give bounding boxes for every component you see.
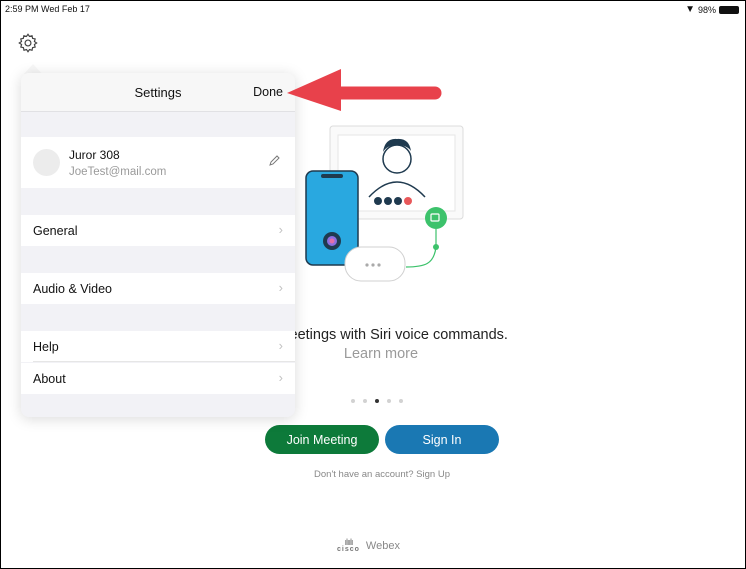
webex-label: Webex (365, 539, 400, 552)
learn-more-link[interactable]: Learn more (344, 346, 418, 362)
app-screen: 2:59 PM Wed Feb 17 ▼ 98% oin meetings wi… (0, 0, 746, 569)
status-time: 2:59 PM Wed Feb 17 (5, 4, 90, 14)
done-button[interactable]: Done (253, 85, 283, 99)
popover-header: Settings Done (21, 73, 295, 112)
status-bar: 2:59 PM Wed Feb 17 ▼ 98% (1, 1, 745, 21)
account-row[interactable]: Juror 308 JoeTest@mail.com (21, 137, 295, 188)
settings-item-help[interactable]: Help › (21, 331, 295, 362)
page-dot-active[interactable] (375, 399, 379, 403)
settings-item-label: About (33, 372, 66, 386)
battery-icon (719, 5, 739, 14)
sign-up-link[interactable]: Don't have an account? Sign Up (271, 469, 493, 480)
chevron-right-icon: › (278, 338, 283, 353)
account-email: JoeTest@mail.com (69, 166, 167, 178)
page-dot[interactable] (399, 399, 403, 403)
footer-branding: ılıılı cisco Webex (337, 537, 400, 554)
battery-percent: 98% (697, 4, 716, 15)
status-right: ▼ 98% (685, 4, 739, 15)
avatar (33, 149, 60, 176)
chevron-right-icon: › (278, 370, 283, 385)
settings-item-label: Help (33, 340, 59, 354)
gear-icon[interactable] (17, 32, 39, 54)
cisco-bars-icon: ılıılı (344, 537, 353, 547)
cisco-wordmark: cisco (337, 546, 360, 553)
settings-item-general[interactable]: General › (21, 215, 295, 246)
page-dot[interactable] (387, 399, 391, 403)
annotation-arrow-icon (287, 69, 442, 111)
settings-popover: Settings Done Juror 308 JoeTest@mail.com… (21, 73, 295, 417)
siri-illustration (305, 125, 464, 282)
settings-item-audio-video[interactable]: Audio & Video › (21, 273, 295, 304)
settings-item-label: General (33, 224, 78, 238)
page-dot[interactable] (351, 399, 355, 403)
page-dot[interactable] (363, 399, 367, 403)
chevron-right-icon: › (278, 280, 283, 295)
wifi-icon: ▼ (685, 4, 695, 15)
settings-item-about[interactable]: About › (21, 363, 295, 394)
join-meeting-button[interactable]: Join Meeting (265, 425, 379, 454)
sign-in-button[interactable]: Sign In (385, 425, 499, 454)
page-indicator[interactable] (351, 397, 415, 405)
chevron-right-icon: › (278, 222, 283, 237)
row-divider (33, 361, 295, 362)
settings-item-label: Audio & Video (33, 282, 112, 296)
account-name: Juror 308 (69, 148, 120, 162)
pencil-icon[interactable] (267, 154, 281, 168)
cisco-logo: ılıılı cisco (337, 537, 360, 554)
